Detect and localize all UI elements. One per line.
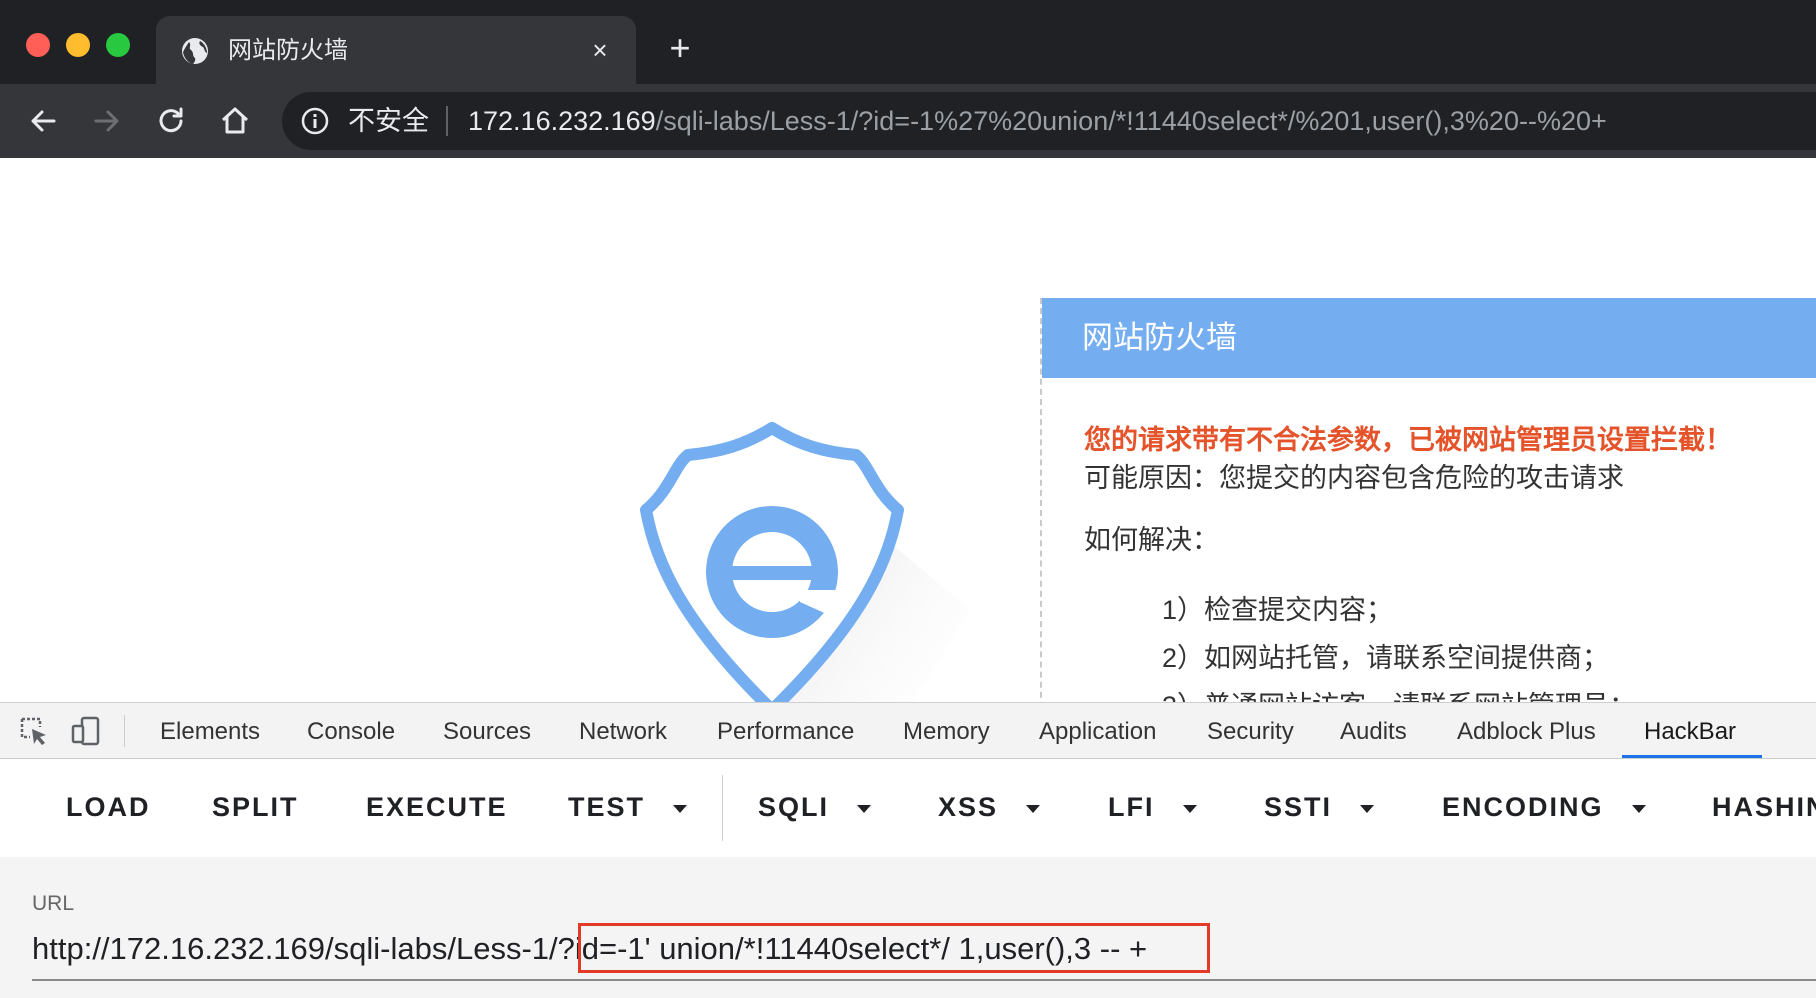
xss-label: XSS (938, 792, 999, 822)
maximize-window-button[interactable] (106, 33, 130, 57)
hackbar-toolbar: LOAD SPLIT EXECUTE TEST SQLI XSS LFI SST… (0, 759, 1816, 857)
xss-dropdown[interactable]: XSS (938, 789, 1041, 825)
ssti-dropdown[interactable]: SSTI (1264, 789, 1375, 825)
ssti-label: SSTI (1264, 792, 1333, 822)
lfi-dropdown[interactable]: LFI (1108, 789, 1197, 825)
load-button[interactable]: LOAD (66, 789, 151, 825)
home-icon (221, 107, 249, 134)
caret-down-icon (1026, 804, 1041, 813)
sqli-label: SQLI (758, 792, 830, 822)
devtools-separator (124, 715, 125, 747)
waf-step: 2）如网站托管，请联系空间提供商； (1162, 643, 1610, 673)
encoding-label: ENCODING (1442, 792, 1604, 822)
close-window-button[interactable] (26, 33, 50, 57)
waf-step: 3）普通网站访客，请联系网站管理员； (1162, 682, 1636, 704)
browser-tab[interactable]: 网站防火墙 × (156, 16, 636, 84)
lfi-label: LFI (1108, 792, 1155, 822)
tab-memory[interactable]: Memory (903, 717, 990, 747)
waf-steps-list: 1）检查提交内容； 2）如网站托管，请联系空间提供商； 3）普通网站访客，请联系… (1162, 586, 1636, 704)
tab-console[interactable]: Console (307, 717, 395, 747)
hashing-dropdown[interactable]: HASHIN (1712, 789, 1816, 825)
split-button[interactable]: SPLIT (212, 789, 299, 825)
highlight-box (578, 923, 1210, 973)
encoding-dropdown[interactable]: ENCODING (1442, 789, 1646, 825)
active-tab-indicator (1622, 755, 1762, 758)
hackbar-url-area: URL http://172.16.232.169/sqli-labs/Less… (0, 857, 1816, 998)
url-input-underline (32, 979, 1816, 981)
load-label: LOAD (66, 792, 151, 822)
waf-title: 网站防火墙 (1082, 320, 1237, 355)
hackbar-separator (722, 775, 723, 841)
shield-e-logo-icon (640, 422, 970, 704)
devtools-panel: Elements Console Sources Network Perform… (0, 702, 1816, 998)
not-secure-label: 不安全 (348, 106, 429, 136)
execute-button[interactable]: EXECUTE (366, 789, 508, 825)
url-field-label: URL (32, 892, 75, 915)
device-toolbar-icon[interactable] (70, 715, 102, 747)
screen: 网站防火墙 × + 不安全 172.16.232.169/sqli-labs/L… (0, 0, 1816, 998)
waf-step: 1）检查提交内容； (1162, 595, 1394, 625)
tab-performance[interactable]: Performance (717, 717, 854, 747)
minimize-window-button[interactable] (66, 33, 90, 57)
tab-security[interactable]: Security (1207, 717, 1294, 747)
tab-audits[interactable]: Audits (1340, 717, 1407, 747)
reload-button[interactable] (152, 102, 190, 140)
tab-close-icon[interactable]: × (586, 36, 614, 64)
browser-toolbar: 不安全 172.16.232.169/sqli-labs/Less-1/?id=… (0, 84, 1816, 158)
waf-reason-text: 可能原因：您提交的内容包含危险的攻击请求 (1084, 463, 1624, 493)
caret-down-icon (857, 804, 872, 813)
new-tab-button[interactable]: + (664, 30, 696, 66)
caret-down-icon (1182, 804, 1197, 813)
inspect-element-icon[interactable] (18, 715, 50, 747)
waf-how-title: 如何解决： (1084, 525, 1219, 555)
url-path: /sqli-labs/Less-1/?id=-1%27%20union/*!11… (655, 106, 1607, 136)
tab-application[interactable]: Application (1039, 717, 1156, 747)
tab-elements[interactable]: Elements (160, 717, 260, 747)
tab-network[interactable]: Network (579, 717, 667, 747)
hashing-label: HASHIN (1712, 792, 1816, 822)
tab-adblock-plus[interactable]: Adblock Plus (1457, 717, 1596, 747)
caret-down-icon (1631, 804, 1646, 813)
waf-block-panel: 网站防火墙 您的请求带有不合法参数，已被网站管理员设置拦截！ 可能原因：您提交的… (1040, 298, 1816, 704)
info-icon[interactable] (300, 106, 330, 136)
url-host: 172.16.232.169 (468, 106, 656, 136)
sqli-dropdown[interactable]: SQLI (758, 789, 872, 825)
back-button[interactable] (24, 102, 62, 140)
caret-down-icon (673, 804, 688, 813)
arrow-left-icon (31, 110, 56, 132)
arrow-right-icon (94, 110, 119, 132)
forward-button[interactable] (88, 102, 126, 140)
tab-hackbar[interactable]: HackBar (1644, 717, 1736, 747)
page-content: 网站防火墙 您的请求带有不合法参数，已被网站管理员设置拦截！ 可能原因：您提交的… (0, 158, 1816, 704)
address-bar[interactable]: 不安全 172.16.232.169/sqli-labs/Less-1/?id=… (282, 92, 1816, 150)
execute-label: EXECUTE (366, 792, 508, 822)
devtools-tab-bar: Elements Console Sources Network Perform… (0, 703, 1816, 759)
waf-header: 网站防火墙 (1042, 298, 1816, 378)
tab-title: 网站防火墙 (228, 37, 348, 64)
test-dropdown[interactable]: TEST (568, 789, 688, 825)
reload-icon (159, 107, 183, 133)
globe-icon (180, 36, 210, 66)
home-button[interactable] (216, 102, 254, 140)
browser-tab-bar: 网站防火墙 × + (0, 0, 1816, 84)
tab-sources[interactable]: Sources (443, 717, 531, 747)
split-label: SPLIT (212, 792, 299, 822)
omnibox-separator (446, 106, 448, 136)
caret-down-icon (1360, 804, 1375, 813)
address-url[interactable]: 172.16.232.169/sqli-labs/Less-1/?id=-1%2… (468, 104, 1607, 138)
waf-warning-text: 您的请求带有不合法参数，已被网站管理员设置拦截！ (1084, 425, 1732, 455)
test-label: TEST (568, 792, 646, 822)
